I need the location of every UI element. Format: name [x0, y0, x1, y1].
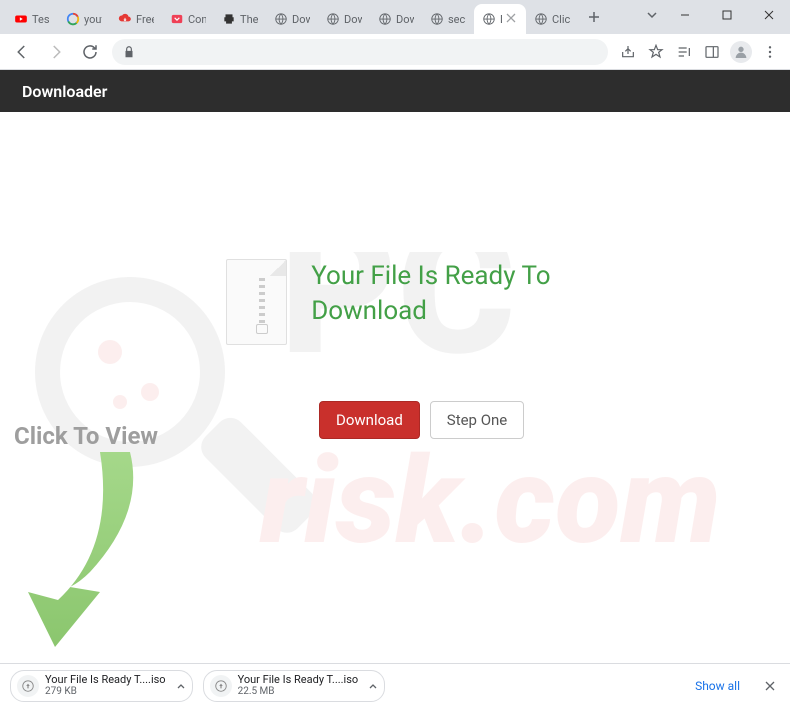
globe-icon	[430, 12, 444, 26]
browser-tab[interactable]: Con	[162, 4, 214, 34]
browser-tab[interactable]: Dow	[266, 4, 318, 34]
file-icon	[210, 675, 232, 697]
tab-title: The	[240, 13, 258, 26]
window-minimize-button[interactable]	[664, 0, 706, 30]
tab-search-button[interactable]	[640, 0, 664, 30]
chevron-up-icon[interactable]	[176, 681, 186, 691]
tab-title: Con	[188, 13, 206, 26]
globe-icon	[482, 12, 496, 26]
window-close-button[interactable]	[748, 0, 790, 30]
side-panel-icon[interactable]	[702, 42, 722, 62]
toolbar-actions	[618, 41, 780, 63]
tab-title: D	[500, 13, 502, 26]
share-icon[interactable]	[618, 42, 638, 62]
browser-tab[interactable]: The	[214, 4, 266, 34]
forward-button[interactable]	[44, 40, 68, 64]
download-filename: Your File Is Ready T....iso	[45, 674, 166, 686]
download-filesize: 279 KB	[45, 686, 166, 697]
download-filename: Your File Is Ready T....iso	[238, 674, 359, 686]
tab-title: secu	[448, 13, 466, 26]
browser-tab[interactable]: Dow	[318, 4, 370, 34]
browser-tab[interactable]: Free	[110, 4, 162, 34]
main-message: Your File Is Ready To Download Download …	[226, 259, 626, 439]
downloads-bar: Your File Is Ready T....iso 279 KB Your …	[0, 663, 790, 707]
page-header: Downloader	[0, 70, 790, 112]
tab-title: Free	[136, 13, 154, 26]
menu-icon[interactable]	[760, 42, 780, 62]
browser-tab[interactable]: secu	[422, 4, 474, 34]
globe-icon	[326, 12, 340, 26]
cloud-download-icon	[118, 12, 132, 26]
lock-icon	[122, 45, 136, 59]
browser-tab[interactable]: yout	[58, 4, 110, 34]
globe-icon	[274, 12, 288, 26]
window-maximize-button[interactable]	[706, 0, 748, 30]
address-bar[interactable]	[112, 39, 608, 65]
download-item[interactable]: Your File Is Ready T....iso 279 KB	[10, 670, 193, 702]
browser-tab-strip: Tesla yout Free Con The Dow Dow Dow secu…	[0, 0, 790, 34]
profile-avatar[interactable]	[730, 41, 752, 63]
download-filesize: 22.5 MB	[238, 686, 359, 697]
download-button[interactable]: Download	[319, 401, 420, 439]
google-icon	[66, 12, 80, 26]
globe-icon	[378, 12, 392, 26]
browser-toolbar	[0, 34, 790, 70]
window-controls	[640, 0, 790, 30]
click-to-view-label: Click To View	[14, 422, 158, 450]
printer-icon	[222, 12, 236, 26]
browser-tab[interactable]: Click	[526, 4, 578, 34]
step-one-button[interactable]: Step One	[430, 401, 524, 439]
tab-title: Tesla	[32, 13, 50, 26]
tab-title: Dow	[344, 13, 362, 26]
tab-title: Click	[552, 13, 570, 26]
arrow-down-icon	[20, 452, 170, 652]
chevron-up-icon[interactable]	[368, 681, 378, 691]
close-downloads-bar-button[interactable]	[760, 676, 780, 696]
browser-tab[interactable]: Dow	[370, 4, 422, 34]
youtube-icon	[14, 12, 28, 26]
headline-text: Your File Is Ready To Download	[311, 259, 626, 329]
zip-file-icon	[226, 259, 287, 345]
browser-tab-active[interactable]: D	[474, 4, 526, 34]
page-content: PC risk.com Your File Is Ready To Downlo…	[0, 112, 790, 660]
tab-title: Dow	[292, 13, 310, 26]
new-tab-button[interactable]	[580, 3, 608, 31]
tab-title: Dow	[396, 13, 414, 26]
download-item[interactable]: Your File Is Ready T....iso 22.5 MB	[203, 670, 386, 702]
file-icon	[17, 675, 39, 697]
back-button[interactable]	[10, 40, 34, 64]
page-title: Downloader	[22, 82, 107, 101]
tab-title: yout	[84, 13, 102, 26]
reload-button[interactable]	[78, 40, 102, 64]
show-all-downloads-button[interactable]: Show all	[685, 675, 750, 697]
bookmark-icon[interactable]	[646, 42, 666, 62]
pocket-icon	[170, 12, 184, 26]
globe-icon	[534, 12, 548, 26]
close-icon[interactable]	[506, 13, 518, 25]
svg-text:risk.com: risk.com	[259, 432, 721, 572]
browser-tab[interactable]: Tesla	[6, 4, 58, 34]
reading-list-icon[interactable]	[674, 42, 694, 62]
